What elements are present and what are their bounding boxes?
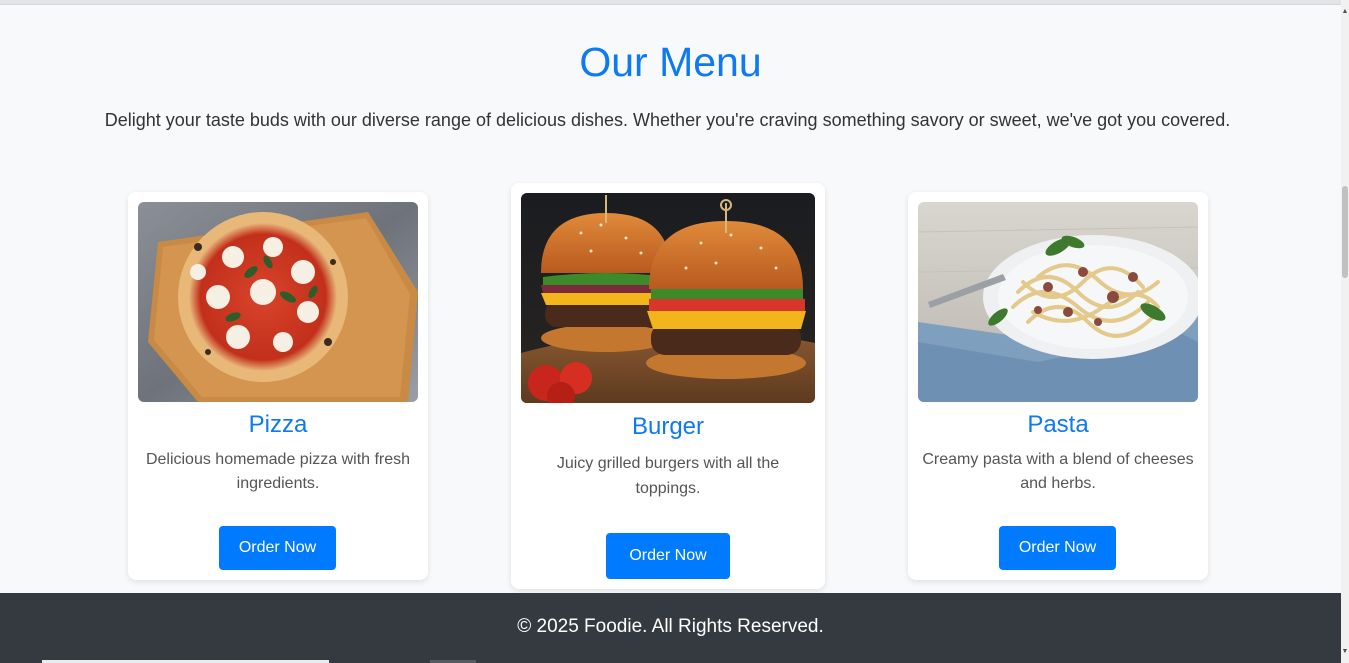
card-description: Juicy grilled burgers with all the toppi…: [556, 455, 780, 497]
card-description: Creamy pasta with a blend of cheeses and…: [922, 451, 1194, 492]
vertical-scrollbar[interactable]: ▲ ▼: [1341, 0, 1349, 663]
scroll-up-arrow-icon[interactable]: ▲: [1341, 8, 1349, 16]
footer-copyright: © 2025 Foodie. All Rights Reserved.: [517, 616, 824, 637]
card-title: Burger: [631, 413, 705, 440]
order-now-button-pizza[interactable]: Order Now: [219, 526, 336, 570]
scroll-down-arrow-icon[interactable]: ▼: [1341, 648, 1349, 656]
order-now-button-pasta[interactable]: Order Now: [999, 526, 1116, 570]
footer: © 2025 Foodie. All Rights Reserved.: [0, 593, 1341, 663]
menu-card-burger: Burger Juicy grilled burgers with all th…: [511, 183, 825, 589]
menu-title: Our Menu: [579, 39, 762, 85]
burger-image: [521, 193, 815, 403]
menu-card-pizza: Pizza Delicious homemade pizza with fres…: [128, 192, 428, 580]
pasta-image: [918, 202, 1198, 402]
card-description: Delicious homemade pizza with fresh ingr…: [145, 451, 411, 492]
order-now-button-burger[interactable]: Order Now: [606, 533, 730, 579]
menu-intro: Delight your taste buds with our diverse…: [104, 110, 1231, 130]
vertical-scrollbar-thumb[interactable]: [1342, 186, 1348, 278]
card-title: Pasta: [1027, 411, 1089, 438]
pizza-image: [138, 202, 418, 402]
top-divider: [0, 0, 1341, 5]
card-title: Pizza: [248, 411, 308, 438]
page: Our Menu Delight your taste buds with ou…: [0, 0, 1349, 663]
menu-card-pasta: Pasta Creamy pasta with a blend of chees…: [908, 192, 1208, 580]
